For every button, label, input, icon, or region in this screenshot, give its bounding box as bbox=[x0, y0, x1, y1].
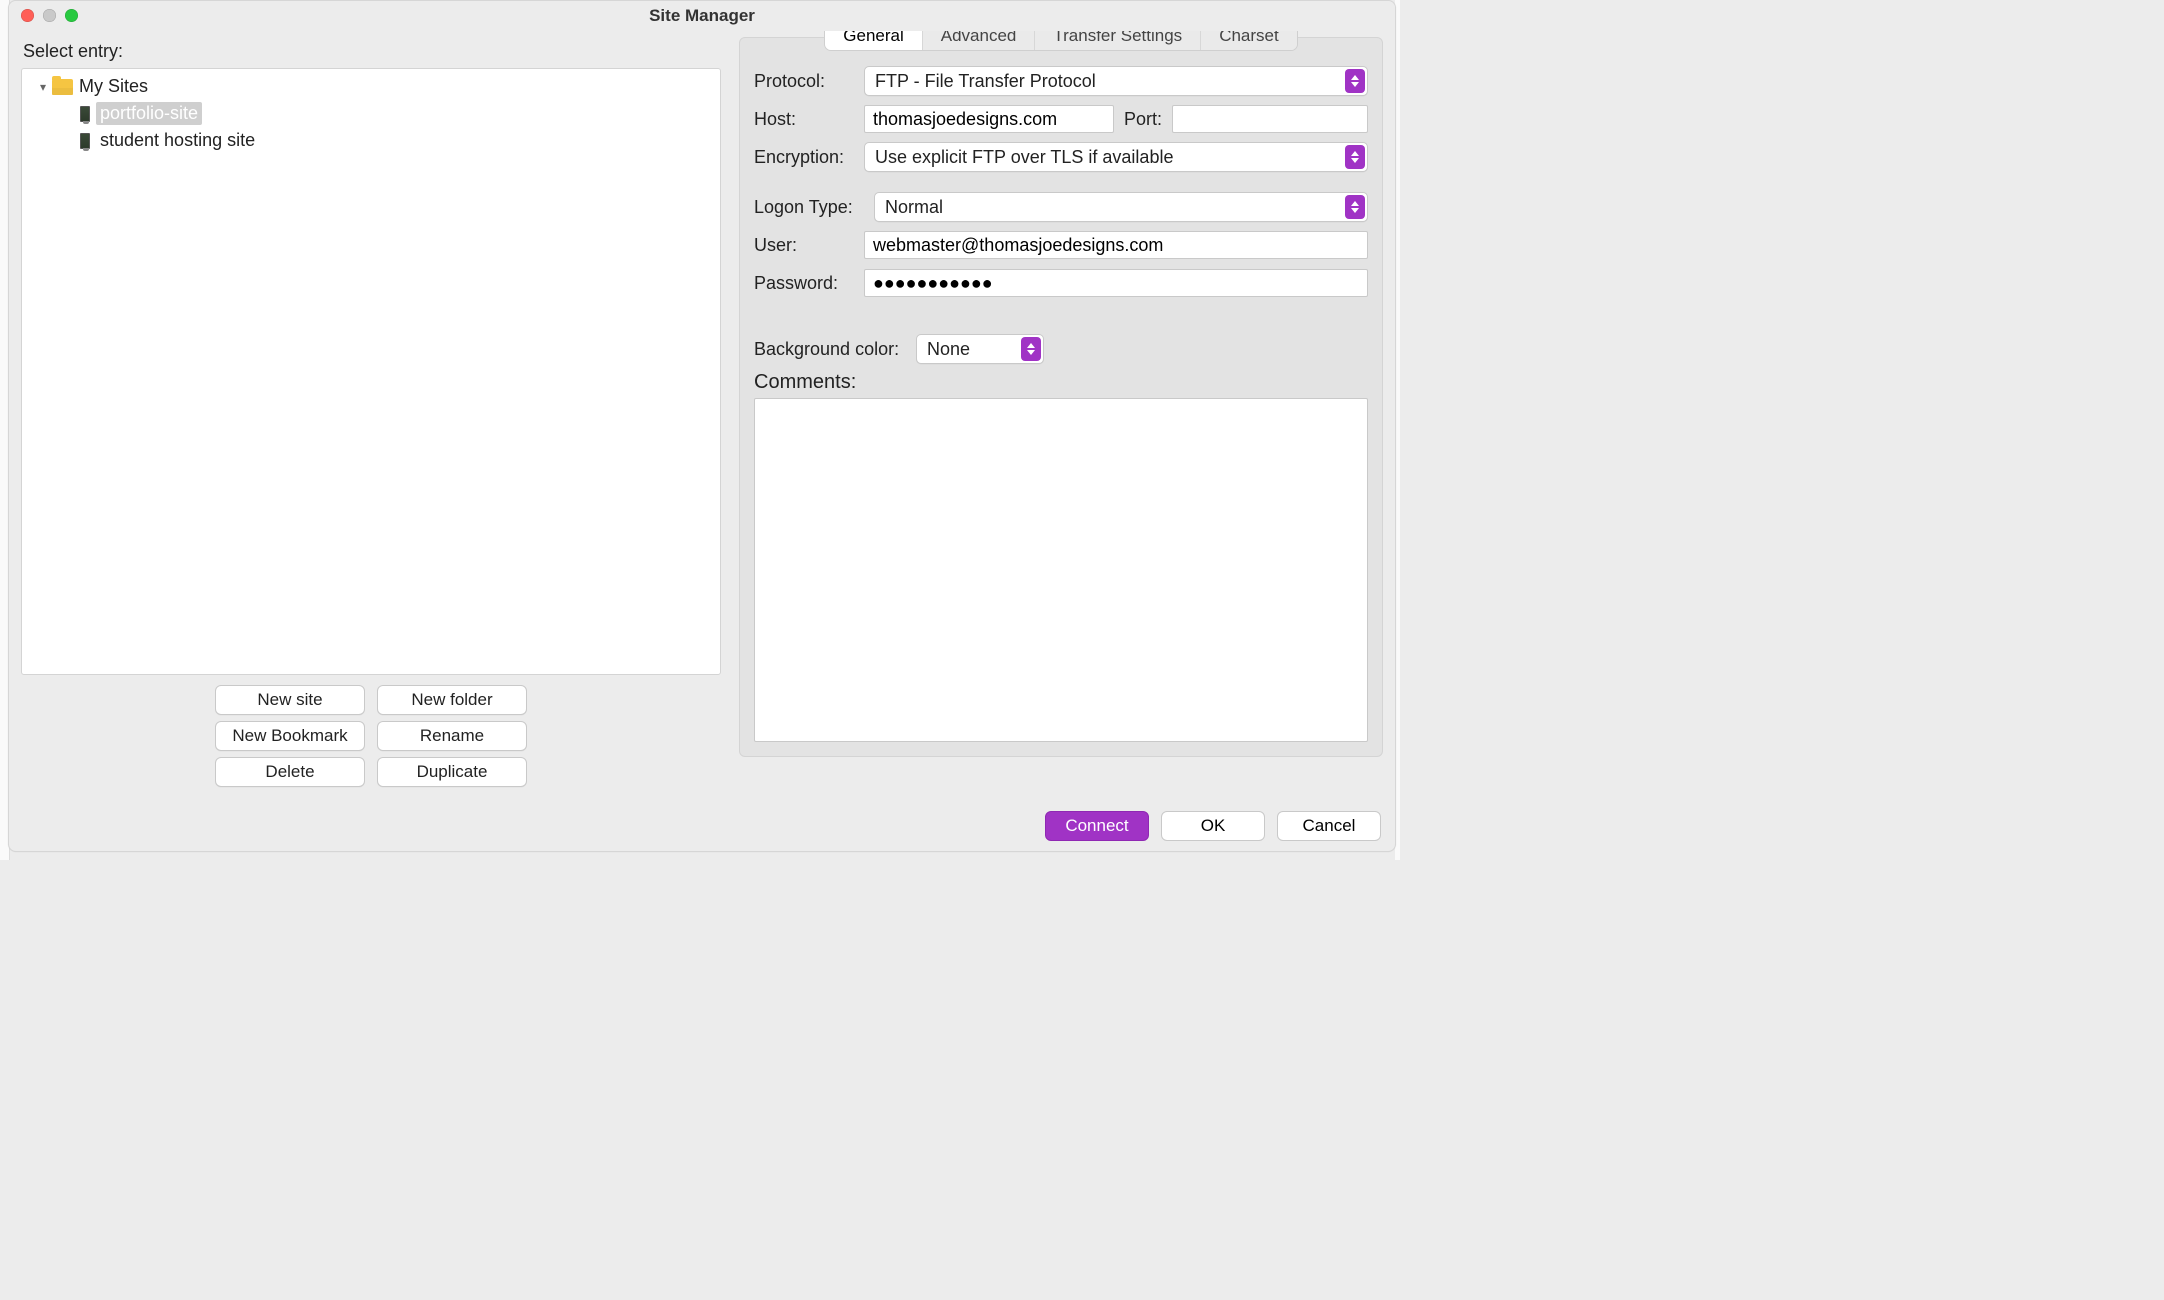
updown-icon bbox=[1021, 337, 1041, 361]
updown-icon bbox=[1345, 195, 1365, 219]
site-manager-window: Site Manager Select entry: ▾ My Sites po… bbox=[8, 0, 1396, 852]
settings-panel: General Advanced Transfer Settings Chars… bbox=[739, 37, 1383, 757]
server-icon bbox=[80, 106, 90, 122]
port-label: Port: bbox=[1124, 109, 1162, 130]
comments-textarea[interactable] bbox=[754, 398, 1368, 742]
window-controls bbox=[21, 9, 78, 22]
user-input[interactable] bbox=[864, 231, 1368, 259]
tree-root-label: My Sites bbox=[79, 76, 148, 97]
logon-type-select[interactable]: Normal bbox=[874, 192, 1368, 222]
new-bookmark-button[interactable]: New Bookmark bbox=[215, 721, 365, 751]
host-input[interactable] bbox=[864, 105, 1114, 133]
duplicate-button[interactable]: Duplicate bbox=[377, 757, 527, 787]
titlebar: Site Manager bbox=[9, 1, 1395, 31]
rename-button[interactable]: Rename bbox=[377, 721, 527, 751]
window-title: Site Manager bbox=[649, 6, 755, 26]
protocol-label: Protocol: bbox=[754, 71, 854, 92]
new-folder-button[interactable]: New folder bbox=[377, 685, 527, 715]
site-tree[interactable]: ▾ My Sites portfolio-site student hostin… bbox=[21, 68, 721, 675]
select-entry-label: Select entry: bbox=[23, 41, 721, 62]
updown-icon bbox=[1345, 69, 1365, 93]
close-window-icon[interactable] bbox=[21, 9, 34, 22]
encryption-select[interactable]: Use explicit FTP over TLS if available bbox=[864, 142, 1368, 172]
updown-icon bbox=[1345, 145, 1365, 169]
logon-type-label: Logon Type: bbox=[754, 197, 864, 218]
protocol-select[interactable]: FTP - File Transfer Protocol bbox=[864, 66, 1368, 96]
encryption-value: Use explicit FTP over TLS if available bbox=[875, 147, 1173, 168]
site-entry-label: portfolio-site bbox=[96, 102, 202, 125]
background-color-label: Background color: bbox=[754, 339, 906, 360]
site-entry-portfolio[interactable]: portfolio-site bbox=[22, 100, 720, 127]
comments-label: Comments: bbox=[754, 371, 1368, 394]
host-label: Host: bbox=[754, 109, 854, 130]
disclosure-triangle-icon[interactable]: ▾ bbox=[36, 80, 50, 94]
dialog-footer: Connect OK Cancel bbox=[1045, 811, 1381, 841]
folder-icon bbox=[52, 79, 73, 95]
protocol-value: FTP - File Transfer Protocol bbox=[875, 71, 1096, 92]
ok-button[interactable]: OK bbox=[1161, 811, 1265, 841]
connect-button[interactable]: Connect bbox=[1045, 811, 1149, 841]
delete-button[interactable]: Delete bbox=[215, 757, 365, 787]
server-icon bbox=[80, 133, 90, 149]
cancel-button[interactable]: Cancel bbox=[1277, 811, 1381, 841]
site-entry-student-hosting[interactable]: student hosting site bbox=[22, 127, 720, 154]
minimize-window-icon[interactable] bbox=[43, 9, 56, 22]
password-input[interactable] bbox=[864, 269, 1368, 297]
background-color-value: None bbox=[927, 339, 970, 360]
user-label: User: bbox=[754, 235, 854, 256]
port-input[interactable] bbox=[1172, 105, 1368, 133]
encryption-label: Encryption: bbox=[754, 147, 854, 168]
new-site-button[interactable]: New site bbox=[215, 685, 365, 715]
password-label: Password: bbox=[754, 273, 854, 294]
logon-type-value: Normal bbox=[885, 197, 943, 218]
zoom-window-icon[interactable] bbox=[65, 9, 78, 22]
entry-action-buttons: New site New folder New Bookmark Rename … bbox=[21, 685, 721, 787]
tree-root-row[interactable]: ▾ My Sites bbox=[22, 73, 720, 100]
site-entry-label: student hosting site bbox=[96, 129, 259, 152]
background-color-select[interactable]: None bbox=[916, 334, 1044, 364]
